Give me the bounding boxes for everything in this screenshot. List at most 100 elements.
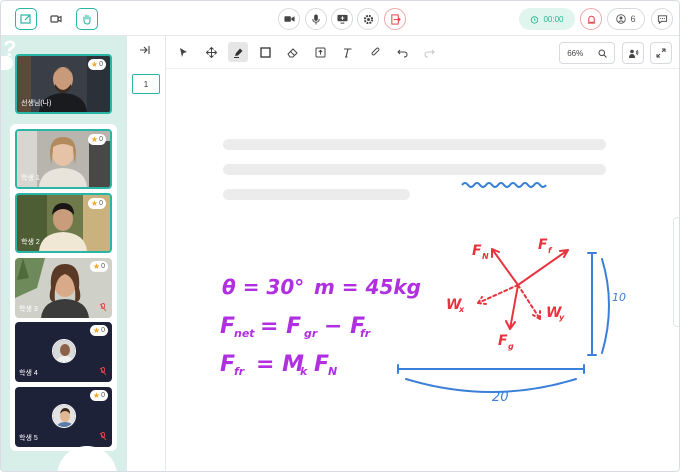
ink-label-fg: F — [498, 333, 508, 349]
camera-icon — [283, 16, 295, 22]
chat-bubble-icon — [657, 14, 667, 24]
ink-width-brace — [405, 378, 577, 393]
star-icon: ★ — [90, 60, 99, 69]
ink-ff-f: F — [220, 352, 235, 377]
redo-icon — [423, 49, 435, 57]
chat-button[interactable] — [651, 8, 673, 30]
student-video-tile-3[interactable]: ★ 0 학생 3 — [15, 258, 112, 318]
star-icon: ★ — [90, 199, 99, 208]
undo-button[interactable] — [392, 42, 412, 62]
ink-ff-sub: fr — [234, 365, 245, 378]
student-video-tile-5[interactable]: ★ 0 학생 5 — [15, 387, 112, 447]
exit-button[interactable] — [384, 8, 406, 30]
student-3-star-badge: ★ 0 — [89, 261, 108, 272]
raise-hand-button[interactable] — [76, 8, 98, 30]
mic-muted-icon — [99, 367, 107, 378]
mic-muted-icon — [99, 303, 107, 314]
ink-label-fn: F — [472, 243, 482, 259]
ink-force-friction — [517, 249, 569, 286]
undo-icon — [396, 49, 408, 57]
ink-fnet-f: F — [220, 314, 235, 339]
ink-force-normal — [491, 248, 519, 286]
eraser-icon — [286, 47, 298, 57]
zoom-level: 66% — [567, 48, 584, 58]
record-button[interactable] — [580, 8, 602, 30]
teacher-name: 선생님(나) — [21, 100, 52, 107]
handwriting-layer: θ = 30° m = 45kg F net = F gr − F fr F f… — [220, 182, 626, 405]
move-icon — [205, 46, 217, 58]
attach-icon — [371, 47, 379, 55]
ink-label-ff-sub: f — [548, 246, 553, 255]
ink-force-gravity — [505, 284, 519, 330]
image-upload-button[interactable] — [310, 42, 330, 62]
fullscreen-icon — [656, 48, 666, 58]
teacher-video-tile[interactable]: ★ 0 선생님(나) — [15, 54, 112, 114]
ink-force-wx — [477, 284, 519, 305]
star-icon: ★ — [92, 262, 101, 271]
board-mode-button[interactable] — [15, 8, 37, 30]
page-thumbnail-1[interactable]: 1 — [132, 74, 160, 94]
select-arrow-icon — [179, 47, 187, 57]
text-tool-button[interactable] — [337, 42, 357, 62]
student-4-star-badge: ★ 0 — [89, 325, 108, 336]
mic-muted-icon — [99, 432, 107, 443]
image-upload-icon — [315, 47, 325, 57]
class-timer: 00:00 — [519, 8, 575, 30]
student-video-tile-2[interactable]: ★ 0 학생 2 — [15, 193, 112, 253]
whiteboard-canvas[interactable]: θ = 30° m = 45kg F net = F gr − F fr F f… — [166, 68, 679, 471]
ink-fgr-sub: gr — [304, 327, 318, 340]
camera-toggle-button[interactable] — [278, 8, 300, 30]
student-1-star-badge: ★ 0 — [87, 134, 106, 145]
participants-button[interactable]: 6 — [607, 8, 645, 30]
ink-equation-angle: θ = 30° — [222, 275, 304, 299]
ink-width-label: 20 — [492, 390, 509, 405]
settings-button[interactable] — [357, 8, 379, 30]
page-list: 1 — [126, 36, 166, 471]
zoom-control[interactable]: 66% — [559, 42, 615, 64]
timer-value: 00:00 — [543, 14, 564, 24]
student-3-name: 학생 3 — [19, 306, 38, 313]
ink-fn-sub: N — [328, 365, 337, 378]
fullscreen-button[interactable] — [650, 42, 672, 64]
decoration-shape — [1, 56, 13, 70]
student-video-tile-1[interactable]: ★ 0 학생 1 — [15, 129, 112, 189]
search-icon — [598, 49, 607, 58]
redo-button[interactable] — [419, 42, 439, 62]
rectangle-icon — [259, 46, 271, 58]
attach-file-button[interactable] — [365, 42, 385, 62]
edit-board-icon — [20, 14, 31, 24]
ink-squiggle — [461, 182, 547, 188]
collapse-panel-button[interactable] — [139, 45, 150, 58]
user-icon — [616, 14, 627, 24]
ink-label-wx-sub: x — [458, 305, 465, 314]
rectangle-tool-button[interactable] — [255, 42, 275, 62]
ink-label-wy-sub: y — [559, 313, 565, 322]
student-4-name: 학생 4 — [19, 370, 38, 377]
highlighter-tool-button[interactable] — [228, 42, 248, 62]
ink-label-fg-sub: g — [508, 342, 514, 351]
star-icon: ★ — [92, 391, 101, 400]
screen-share-button[interactable] — [331, 8, 353, 30]
video-panel: ? ★ 0 선생님(나) ★ 0 학생 1 ★ 0 학생 2 ★ 0 학생 3 … — [1, 36, 126, 471]
ink-label-ff: F — [538, 237, 548, 253]
speaker-person-icon — [628, 49, 638, 58]
settings-gear-icon — [363, 14, 373, 24]
video-mode-button[interactable] — [45, 8, 67, 30]
select-tool-button[interactable] — [173, 42, 193, 62]
audio-button[interactable] — [622, 42, 644, 64]
ink-ff-eq: = M — [256, 352, 304, 377]
ink-height-line — [587, 252, 597, 356]
highlighter-icon — [233, 48, 242, 58]
microphone-toggle-button[interactable] — [305, 8, 327, 30]
ink-label-fn-sub: N — [482, 252, 489, 261]
student-5-avatar — [52, 404, 76, 428]
side-drawer-handle[interactable] — [673, 217, 679, 327]
top-bar: 00:00 6 — [1, 1, 679, 36]
microphone-icon — [312, 13, 320, 25]
student-1-name: 학생 1 — [21, 175, 40, 182]
ink-height-brace — [601, 258, 610, 354]
eraser-tool-button[interactable] — [282, 42, 302, 62]
ink-ffr-sub: fr — [360, 327, 371, 340]
move-tool-button[interactable] — [201, 42, 221, 62]
student-video-tile-4[interactable]: ★ 0 학생 4 — [15, 322, 112, 382]
